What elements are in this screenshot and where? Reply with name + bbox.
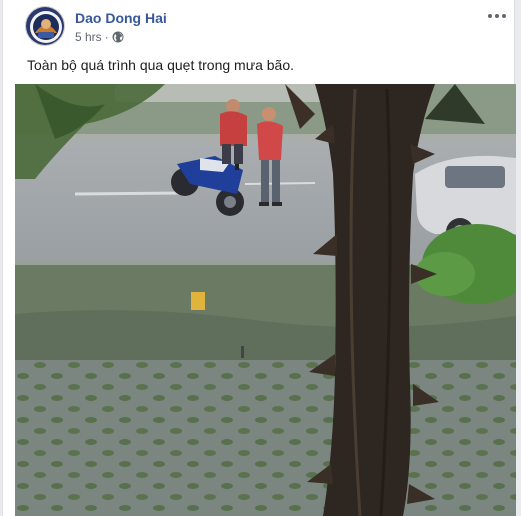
more-options-icon[interactable] — [487, 8, 507, 24]
post-text: Toàn bộ quá trình qua quẹt trong mưa bão… — [27, 57, 295, 73]
globe-icon[interactable] — [112, 31, 124, 43]
post-header: Dao Dong Hai 5 hrs · — [25, 6, 515, 50]
post-meta: 5 hrs · — [75, 30, 124, 44]
author-name[interactable]: Dao Dong Hai — [75, 10, 167, 26]
post-timestamp[interactable]: 5 hrs — [75, 30, 102, 44]
video-frame — [15, 84, 516, 516]
meta-separator: · — [104, 30, 109, 44]
post-card: Dao Dong Hai 5 hrs · Toàn bộ quá trình q… — [2, 0, 516, 516]
post-video[interactable] — [15, 84, 516, 516]
avatar-image — [26, 7, 64, 45]
author-avatar[interactable] — [25, 6, 65, 46]
